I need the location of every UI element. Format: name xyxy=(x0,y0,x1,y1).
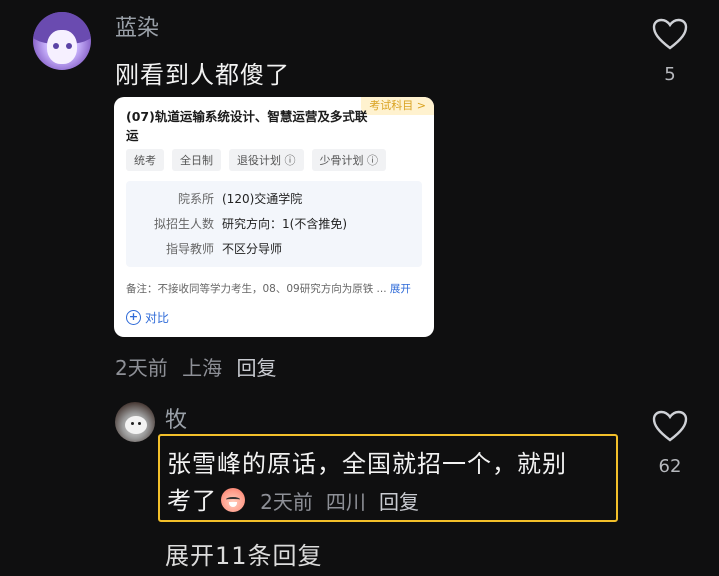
comment-text: 考了 xyxy=(167,487,217,515)
note-text: 备注：不接收同等学力考生，08、09研究方向为原铁 ... 展开 xyxy=(126,281,426,296)
reply-button[interactable]: 回复 xyxy=(236,356,276,380)
location: 上海 xyxy=(182,356,223,380)
username[interactable]: 牧 xyxy=(165,402,187,434)
avatar[interactable] xyxy=(33,12,91,70)
plus-circle-icon: + xyxy=(126,310,141,325)
tag[interactable]: 退役计划 ⓘ xyxy=(229,149,304,171)
heart-icon[interactable] xyxy=(652,18,688,50)
comment-line: 考了 2天前 四川 回复 xyxy=(167,481,419,516)
compare-label: 对比 xyxy=(145,311,170,325)
note-body: 备注：不接收同等学力考生，08、09研究方向为原铁 ... xyxy=(126,283,387,295)
info-value: 研究方向：1(不含推免) xyxy=(222,217,347,231)
info-value: (120)交通学院 xyxy=(222,192,303,206)
comment-text: 张雪峰的原话，全国就招一个，就别 xyxy=(167,450,567,478)
compare-button[interactable]: + 对比 xyxy=(126,309,169,326)
location: 四川 xyxy=(325,490,366,514)
note-expand-link[interactable]: 展开 xyxy=(390,283,411,295)
tag-list: 统考 全日制 退役计划 ⓘ 少骨计划 ⓘ xyxy=(126,149,386,171)
tag[interactable]: 少骨计划 ⓘ xyxy=(311,149,386,171)
like-count: 5 xyxy=(664,64,676,85)
comment-meta: 2天前 上海 回复 xyxy=(115,352,276,381)
tag: 全日制 xyxy=(172,149,221,171)
username[interactable]: 蓝染 xyxy=(115,10,159,42)
tag: 统考 xyxy=(126,149,164,171)
program-card[interactable]: 考试科目 > (07)轨道运输系统设计、智慧运营及多式联运 统考 全日制 退役计… xyxy=(114,97,434,337)
avatar[interactable] xyxy=(115,402,155,442)
crying-emoji-icon xyxy=(221,488,245,512)
card-title: (07)轨道运输系统设计、智慧运营及多式联运 xyxy=(126,109,368,143)
heart-icon[interactable] xyxy=(652,410,688,442)
info-panel: 院系所 (120)交通学院 拟招生人数 研究方向：1(不含推免) 指导教师 不区… xyxy=(126,181,422,267)
time: 2天前 xyxy=(260,490,313,514)
info-key: 指导教师 xyxy=(165,242,214,256)
info-value: 不区分导师 xyxy=(222,242,283,256)
comment-text: 刚看到人都傻了 xyxy=(115,61,290,89)
time: 2天前 xyxy=(115,356,168,380)
expand-replies-button[interactable]: 展开11条回复 xyxy=(165,536,323,571)
info-key: 拟招生人数 xyxy=(153,217,214,231)
like-count: 62 xyxy=(658,456,682,477)
info-key: 院系所 xyxy=(177,192,214,206)
reply-button[interactable]: 回复 xyxy=(379,490,419,514)
